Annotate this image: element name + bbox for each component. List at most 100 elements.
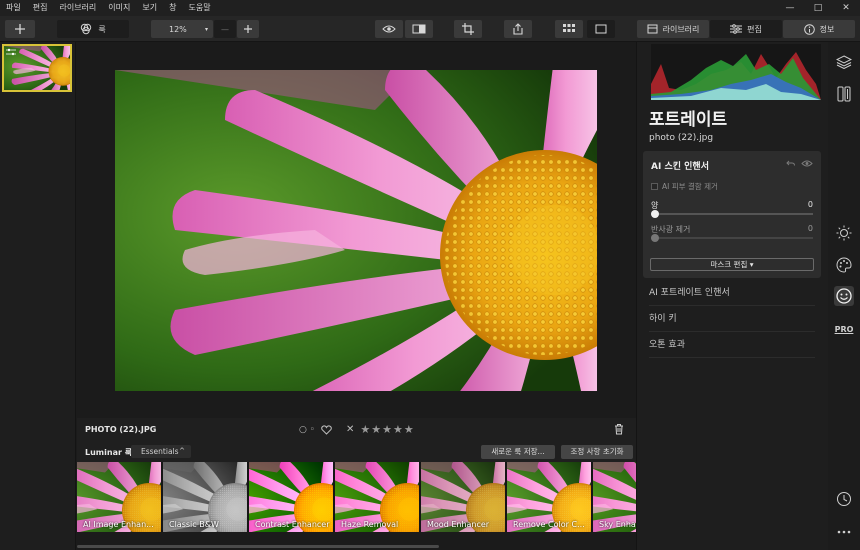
tab-library[interactable]: 라이브러리 [637,20,709,38]
ai-skin-enhancer-card: AI 스킨 인핸서 AI 피부 결함 제거 양 0 반사광 제거 0 마스크 편… [643,151,821,278]
star-rating[interactable]: ★★★★★ [360,423,414,436]
looks-scrollbar[interactable] [77,545,439,548]
mask-edit-button[interactable]: 마스크 편집 ▾ [650,258,814,271]
looks-button[interactable]: 룩 [57,20,129,38]
menu-file[interactable]: 파일 [0,0,27,16]
skin-defects-label: AI 피부 결함 제거 [662,182,718,191]
look-name: Haze Removal [341,520,399,529]
look-name: Contrast Enhancer [255,520,330,529]
shine-knob[interactable] [651,234,659,242]
selected-thumbnail[interactable] [2,44,72,92]
more-icon[interactable] [834,522,854,542]
tool-ai-portrait-enhancer[interactable]: AI 포트레이트 인핸서 [649,280,815,306]
zoom-in-button[interactable] [237,20,259,38]
look-item[interactable]: Contrast Enhancer [249,462,333,532]
menu-window[interactable]: 창 [163,0,182,16]
tab-library-label: 라이브러리 [662,24,700,34]
look-name: Sky Enha [599,520,636,529]
minimize-button[interactable]: — [776,0,804,16]
zoom-value: 12% [169,24,187,34]
reset-adjustments-button[interactable]: 조정 사항 초기화 [561,445,633,459]
edit-panel: 포트레이트 photo (22).jpg AI 스킨 인핸서 AI 피부 결함 … [636,42,828,550]
heart-icon[interactable] [321,424,332,435]
chevron-down-icon: ▾ [204,25,208,33]
looks-label: 룩 [98,24,106,34]
plus-icon [244,25,252,33]
rating-area: ○ ◦ ✕ ★★★★★ [299,423,415,436]
save-look-button[interactable]: 새로운 룩 저장... [481,445,555,459]
plus-icon [15,24,25,34]
shine-label: 반사광 제거 [651,225,691,234]
palette-icon[interactable] [834,255,854,275]
grid-view-button[interactable] [555,20,583,38]
face-icon[interactable] [834,286,854,306]
amount-knob[interactable] [651,210,659,218]
look-name: Mood Enhancer [427,520,490,529]
layers-icon[interactable] [834,52,854,72]
pro-icon[interactable]: PRO [834,319,854,339]
close-button[interactable]: ✕ [832,0,860,16]
single-view-button[interactable] [587,20,615,38]
undo-icon[interactable] [786,159,795,168]
trash-icon[interactable] [614,423,624,435]
menu-image[interactable]: 이미지 [102,0,136,16]
skin-defects-checkbox-row[interactable]: AI 피부 결함 제거 [651,181,718,192]
menu-view[interactable]: 보기 [136,0,163,16]
reject-icon[interactable]: ✕ [346,424,354,435]
look-item[interactable]: Mood Enhancer [421,462,505,532]
edited-badge-icon [6,48,16,56]
looks-strip: AI Image Enhan... Classic B&W Contrast E… [77,462,636,532]
look-item[interactable]: Classic B&W [163,462,247,532]
toolbar: 룩 12% ▾ — 라이브러리 편집 정보 [0,16,860,42]
maximize-button[interactable]: □ [804,0,832,16]
look-item[interactable]: Haze Removal [335,462,419,532]
zoom-out-button[interactable]: — [214,20,236,38]
looks-collection-dropdown[interactable]: Essentials ^ [131,445,191,458]
skin-defects-checkbox[interactable] [651,183,658,190]
info-icon [803,23,815,35]
history-icon[interactable] [834,489,854,509]
image-info-bar: PHOTO (22).JPG ○ ◦ ✕ ★★★★★ [77,418,636,442]
tab-edit-label: 편집 [747,24,762,34]
flag-button[interactable]: ○ ◦ [299,425,315,435]
card-title[interactable]: AI 스킨 인핸서 [651,159,709,172]
chevron-up-icon: ^ [179,447,185,455]
compare-icon[interactable] [834,84,854,104]
share-icon [513,23,523,35]
preview-toggle[interactable] [375,20,403,38]
photo-filename: PHOTO (22).JPG [85,425,157,434]
menu-help[interactable]: 도움말 [182,0,216,16]
share-button[interactable] [504,20,532,38]
menu-library[interactable]: 라이브러리 [53,0,102,16]
single-image-icon [595,24,607,34]
compare-button[interactable] [405,20,433,38]
tab-info[interactable]: 정보 [783,20,855,38]
look-item[interactable]: AI Image Enhan... [77,462,161,532]
sun-icon[interactable] [834,223,854,243]
look-item[interactable]: Sky Enha [593,462,636,532]
main-photo[interactable] [115,70,597,391]
histogram [651,44,821,100]
crop-icon [462,23,474,35]
look-name: Remove Color C... [513,520,585,529]
amount-track[interactable] [651,213,813,215]
shine-track[interactable] [651,237,813,239]
tab-edit[interactable]: 편집 [710,20,782,38]
split-view-icon [412,24,426,34]
tool-high-key[interactable]: 하이 키 [649,306,815,332]
zoom-dropdown[interactable]: 12% ▾ [151,20,213,38]
add-photos-button[interactable] [5,20,35,38]
grid-icon [563,24,575,32]
menu-edit[interactable]: 편집 [27,0,54,16]
tool-orton-effect[interactable]: 오톤 효과 [649,332,815,358]
look-name: Classic B&W [169,520,219,529]
look-item[interactable]: Remove Color C... [507,462,591,532]
eye-icon [382,25,396,33]
category-bar: PRO [828,42,860,550]
flower-image [115,70,597,391]
library-icon [647,24,658,34]
crop-button[interactable] [454,20,482,38]
looks-bar-label: Luminar 룩: [85,448,136,457]
sliders-icon [730,24,743,34]
eye-icon[interactable] [801,159,813,168]
